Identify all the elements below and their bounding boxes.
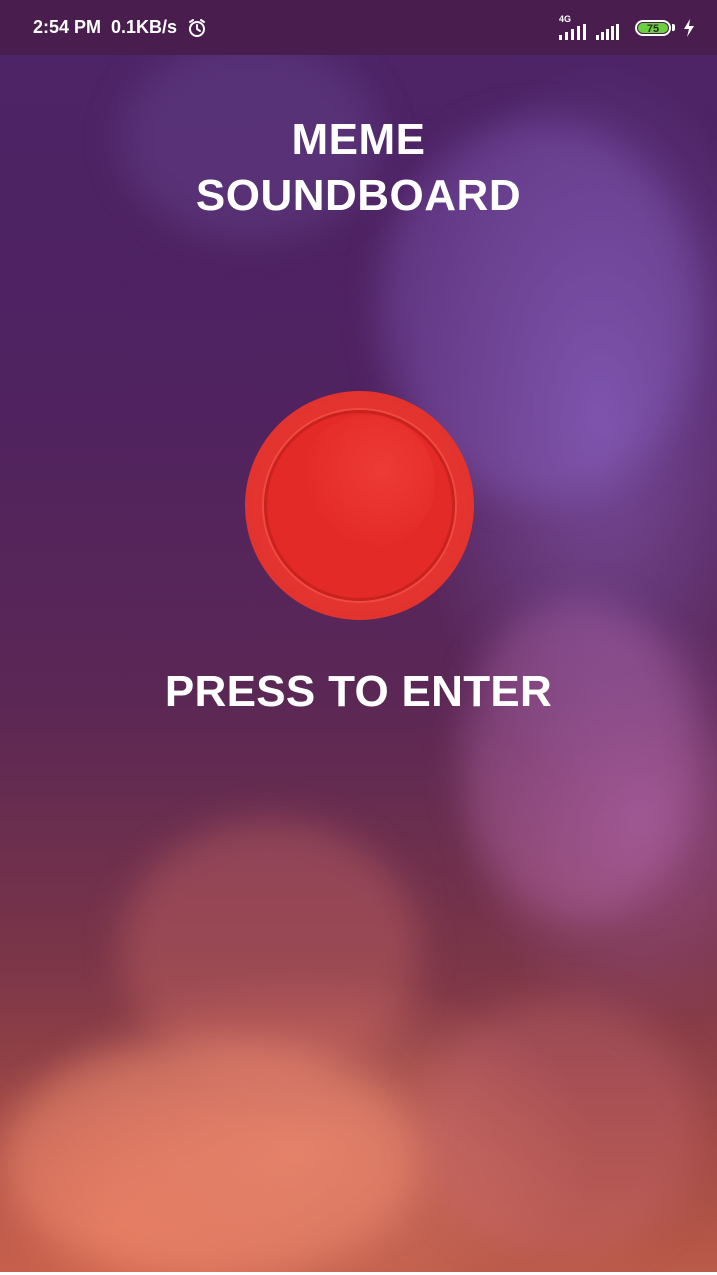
- smoke-decoration: [0, 1040, 420, 1275]
- network-type-label: 4G: [559, 14, 572, 24]
- press-to-enter-label: PRESS TO ENTER: [164, 667, 553, 716]
- enter-button[interactable]: [245, 391, 474, 620]
- charging-icon: [683, 18, 695, 37]
- app-title-line-1: MEME: [291, 115, 426, 164]
- status-time: 2:54 PM: [33, 17, 102, 37]
- app-title: MEME SOUNDBOARD: [0, 112, 717, 224]
- signal-icon: [595, 23, 621, 40]
- battery-icon: 75: [635, 19, 675, 36]
- app-title-line-2: SOUNDBOARD: [195, 171, 522, 220]
- battery-level: 75: [638, 22, 668, 35]
- smoke-decoration: [120, 820, 420, 1080]
- status-network-speed: 0.1KB/s: [111, 17, 178, 37]
- smoke-decoration: [460, 600, 700, 920]
- status-right: 4G 75: [557, 15, 695, 40]
- status-left: 2:54 PM 0.1KB/s: [33, 17, 207, 38]
- status-bar: 2:54 PM 0.1KB/s 4G 75: [0, 0, 717, 55]
- smoke-decoration: [420, 1000, 700, 1260]
- splash-screen: 2:54 PM 0.1KB/s 4G 75 MEME SOUNDBOARD PR…: [0, 0, 717, 1275]
- alarm-icon: [187, 18, 207, 38]
- enter-button-shine: [300, 415, 435, 550]
- signal-4g-icon: 4G: [557, 15, 587, 40]
